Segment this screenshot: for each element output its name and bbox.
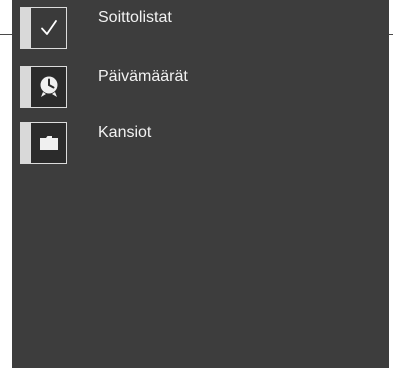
item-tab: [20, 66, 30, 108]
icon-box: [30, 66, 67, 108]
menu-panel: Soittolistat Päivämäärät Kansiot: [12, 0, 389, 368]
icon-box: [30, 7, 67, 49]
checkmark-icon: [40, 20, 57, 35]
item-tab: [20, 7, 30, 49]
callout-line: [389, 34, 393, 35]
icon-box: [30, 122, 67, 164]
clock-icon: [40, 76, 57, 97]
folder-icon: [39, 136, 58, 150]
menu-item-playlists[interactable]: Soittolistat: [20, 7, 380, 49]
menu-item-label: Päivämäärät: [98, 68, 188, 85]
menu-item-label: Kansiot: [98, 124, 152, 141]
menu-item-dates[interactable]: Päivämäärät: [20, 66, 380, 108]
menu-item-folders[interactable]: Kansiot: [20, 122, 380, 164]
menu-item-label: Soittolistat: [98, 9, 172, 26]
item-tab: [20, 122, 30, 164]
device-screen: Soittolistat Päivämäärät Kansiot: [0, 0, 393, 379]
